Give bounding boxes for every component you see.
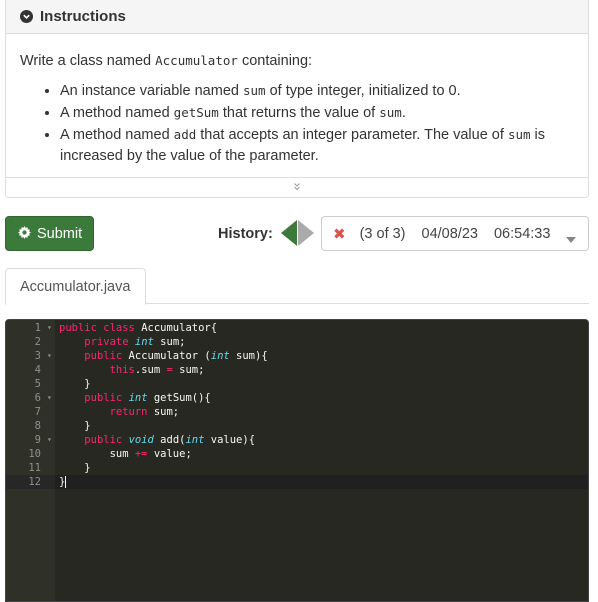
history-time: 06:54:33 — [493, 225, 551, 242]
history-next-icon[interactable] — [298, 220, 314, 251]
code-line[interactable]: 10 sum += value; — [6, 447, 588, 461]
line-number: 11 — [28, 462, 41, 474]
fold-icon[interactable]: ▾ — [47, 433, 52, 447]
history-label: History: — [218, 226, 273, 242]
instructions-panel: Instructions Write a class named Accumul… — [5, 0, 589, 198]
instructions-list: An instance variable named sum of type i… — [20, 80, 574, 167]
text-cursor — [65, 476, 67, 488]
instructions-header[interactable]: Instructions — [6, 0, 588, 34]
tab-label: Accumulator.java — [20, 278, 131, 295]
code-line[interactable]: 9 ▾ public void add(int value){ — [6, 433, 588, 447]
submit-label: Submit — [37, 225, 83, 242]
instructions-body: Write a class named Accumulator containi… — [6, 34, 588, 167]
code-line[interactable]: 2 private int sum; — [6, 335, 588, 349]
list-item: A method named getSum that returns the v… — [60, 102, 574, 124]
error-x-icon: ✖ — [333, 225, 346, 243]
line-number: 10 — [28, 448, 41, 460]
line-number: 2 — [34, 336, 41, 348]
code-line[interactable]: 7 return sum; — [6, 405, 588, 419]
expand-toggle[interactable] — [6, 177, 588, 197]
history-count: (3 of 3) — [359, 225, 406, 242]
chevron-down-icon — [20, 10, 33, 23]
fold-icon[interactable]: ▾ — [47, 391, 52, 405]
code-editor[interactable]: 1 ▾ public class Accumulator{ 2 private in… — [5, 319, 589, 602]
line-number: 4 — [34, 364, 41, 376]
code-line[interactable]: 1 ▾ public class Accumulator{ — [6, 321, 588, 335]
line-number: 7 — [34, 406, 41, 418]
list-item: An instance variable named sum of type i… — [60, 80, 574, 102]
code-line[interactable]: 8 } — [6, 419, 588, 433]
line-number: 8 — [34, 420, 41, 432]
double-chevron-down-icon — [292, 179, 302, 197]
submit-button[interactable]: Submit — [5, 216, 94, 251]
code-line[interactable]: 5 } — [6, 377, 588, 391]
instructions-title: Instructions — [40, 8, 126, 25]
code-line[interactable]: 6 ▾ public int getSum(){ — [6, 391, 588, 405]
file-tabs: Accumulator.java — [5, 268, 589, 305]
line-number: 5 — [34, 378, 41, 390]
code-line[interactable]: 4 this.sum = sum; — [6, 363, 588, 377]
gear-icon — [18, 225, 31, 242]
history-date: 04/08/23 — [421, 225, 478, 242]
line-number: 12 — [6, 475, 55, 489]
code-lines[interactable]: 1 ▾ public class Accumulator{ 2 private in… — [6, 321, 588, 489]
fold-icon[interactable]: ▾ — [47, 349, 52, 363]
code-line[interactable]: 11 } — [6, 461, 588, 475]
code-line[interactable]: 3 ▾ public Accumulator (int sum){ — [6, 349, 588, 363]
tab-accumulator-java[interactable]: Accumulator.java — [5, 268, 146, 305]
code-line-active[interactable]: 12} — [6, 475, 588, 489]
history-select[interactable]: ✖ (3 of 3) 04/08/23 06:54:33 — [321, 216, 589, 251]
fold-icon[interactable]: ▾ — [47, 321, 52, 335]
instructions-intro: Write a class named Accumulator containi… — [20, 53, 313, 69]
history-prev-icon[interactable] — [281, 220, 297, 251]
list-item: A method named add that accepts an integ… — [60, 124, 574, 167]
caret-down-icon — [566, 231, 576, 247]
